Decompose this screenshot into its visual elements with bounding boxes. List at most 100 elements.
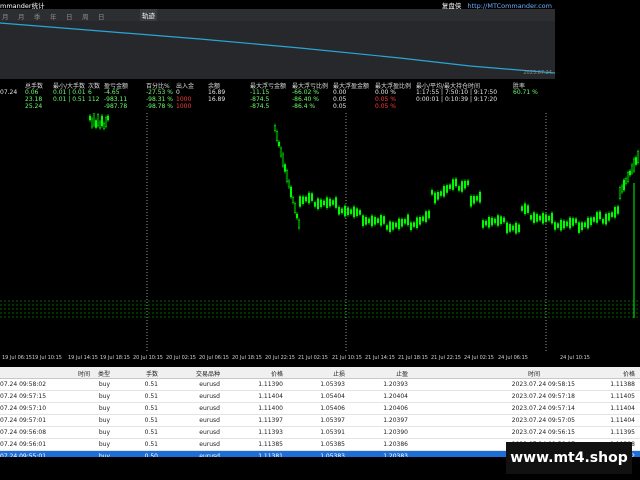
stat-maxfppct: 0.05 % (375, 103, 396, 110)
order-row[interactable]: 07.24 09:56:08 buy 0.51 eurusd 1.11393 1.0539… (0, 427, 640, 439)
col-header-close-time[interactable]: 时间 (480, 369, 540, 378)
candle-body (102, 123, 106, 129)
time-tick: 21 Jul 22:15 (431, 355, 461, 361)
candle-body (412, 222, 416, 227)
candle-body (626, 172, 630, 182)
watermark: www.mt4.shop (506, 442, 632, 474)
candle-body (295, 213, 299, 219)
order-row[interactable]: 07.24 09:57:10 buy 0.51 eurusd 1.11400 1.0540… (0, 403, 640, 415)
order-cell-cprice: 1.11395 (610, 429, 635, 436)
col-header-lots[interactable]: 手数 (120, 369, 158, 378)
candle-body (529, 215, 533, 220)
menu-item-day2[interactable]: 日 (98, 11, 105, 21)
col-header-symbol[interactable]: 交易品种 (180, 369, 220, 378)
col-header-type[interactable]: 类型 (70, 369, 110, 378)
stat-maxfp: 0.05 (333, 103, 347, 110)
candle-body (613, 207, 617, 218)
candle-body (535, 214, 539, 222)
order-cell-symbol: eurusd (199, 405, 220, 412)
order-cell-price: 1.11385 (258, 441, 283, 448)
stat-minmax: 0.01 | 0.51 (53, 96, 86, 103)
menu-item-week[interactable]: 周 (82, 11, 89, 21)
candle-body (376, 218, 380, 223)
stats-table: 总手数 最小/大手数 次数 盈亏金额 百分比% 出入金 余额 最大浮亏金额 最大… (0, 79, 640, 113)
candle-body (400, 218, 404, 227)
col-header-sl[interactable]: 止损 (300, 369, 345, 378)
candle-body (373, 217, 377, 225)
order-cell-tp: 1.20393 (383, 381, 408, 388)
order-cell-sl: 1.05406 (320, 405, 345, 412)
order-cell-close: 2023.07.24 09:56:15 (511, 429, 575, 436)
stat-flow: 1000 (176, 103, 192, 110)
candle-body (592, 217, 596, 222)
track-button[interactable]: 轨迹 (140, 9, 157, 21)
time-tick: 20 Jul 06:15 (199, 355, 229, 361)
candle-body (475, 196, 479, 201)
col-header-close-price[interactable]: 价格 (575, 369, 635, 378)
order-cell-symbol: eurusd (199, 381, 220, 388)
stat-maxddpct: -86.4 % (292, 103, 316, 110)
time-tick: 21 Jul 10:15 (332, 355, 362, 361)
candle-body (493, 218, 497, 224)
stat-pct: -98.31 % (146, 96, 173, 103)
candle-body (424, 211, 428, 222)
stat-minmax: 0.01 | 0.01 (53, 89, 86, 96)
candle-body (361, 215, 365, 226)
price-chart[interactable] (0, 113, 640, 353)
stat-balance: 16.89 (208, 96, 226, 103)
equity-line (0, 22, 555, 74)
order-cell-lots: 0.51 (144, 405, 158, 412)
candle-body (418, 217, 422, 225)
candle-body (478, 191, 482, 203)
candle-body (364, 217, 368, 225)
order-cell-price: 1.11390 (258, 381, 283, 388)
candle-body (628, 170, 632, 176)
menu-item-quarter[interactable]: 季 (34, 11, 41, 21)
candle-body (370, 215, 374, 227)
order-cell-open: 07.24 09:57:10 (0, 405, 47, 412)
candle-body (301, 196, 305, 204)
order-row[interactable]: 07.24 09:58:02 buy 0.51 eurusd 1.11390 1.0539… (0, 379, 640, 391)
candle-body (601, 219, 605, 224)
menu-item-month2[interactable]: 月 (18, 11, 25, 21)
col-header-price[interactable]: 价格 (240, 369, 283, 378)
candle-body (316, 198, 320, 210)
order-cell-lots: 0.51 (144, 381, 158, 388)
time-tick: 20 Jul 02:15 (166, 355, 196, 361)
candle-body (94, 120, 98, 128)
order-cell-lots: 0.51 (144, 393, 158, 400)
candle-body (358, 210, 362, 215)
stat-maxfppct: 0.00 % (375, 89, 396, 96)
candle-body (517, 224, 521, 233)
candle-body (589, 217, 593, 226)
order-cell-close: 2023.07.24 09:57:18 (511, 393, 575, 400)
order-cell-price: 1.11397 (258, 417, 283, 424)
candle-body (322, 200, 326, 206)
candle-body (325, 197, 329, 208)
candle-body (490, 217, 494, 226)
candle-body (355, 208, 359, 216)
candle-body (298, 196, 302, 207)
candle-body (622, 179, 626, 191)
time-tick: 24 Jul 02:15 (464, 355, 494, 361)
candle-body (520, 206, 524, 211)
order-row[interactable]: 07.24 09:57:15 buy 0.51 eurusd 1.11404 1.0540… (0, 391, 640, 403)
candle-body (463, 180, 467, 189)
menu-item-year[interactable]: 年 (50, 11, 57, 21)
candle-body (454, 178, 458, 187)
order-cell-type: buy (98, 393, 110, 400)
menu-item-day[interactable]: 日 (66, 11, 73, 21)
stat-pct: -98.78 % (146, 103, 173, 110)
order-row[interactable]: 07.24 09:57:01 buy 0.51 eurusd 1.11397 1.0539… (0, 415, 640, 427)
order-cell-symbol: eurusd (199, 441, 220, 448)
order-cell-type: buy (98, 381, 110, 388)
candle-body (466, 180, 470, 186)
col-header-tp[interactable]: 止盈 (360, 369, 408, 378)
candle-body (636, 151, 640, 163)
order-cell-sl: 1.05393 (320, 381, 345, 388)
order-cell-close: 2023.07.24 09:58:15 (511, 381, 575, 388)
menu-item-month[interactable]: 月 (2, 11, 9, 21)
candle-body (511, 225, 515, 231)
candle-body (514, 222, 518, 234)
candle-body (430, 190, 434, 195)
